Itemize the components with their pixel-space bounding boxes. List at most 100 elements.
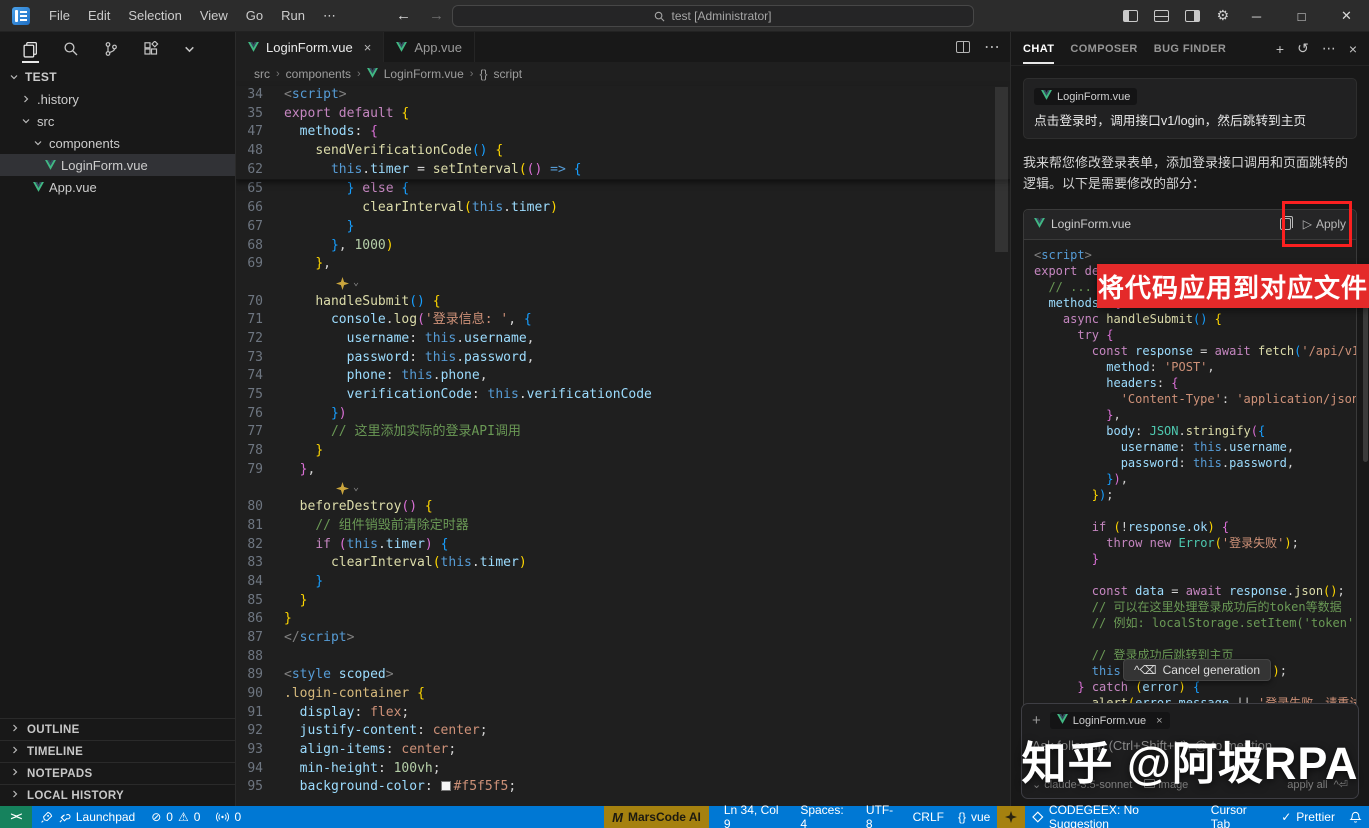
- explorer-icon[interactable]: [22, 41, 39, 63]
- tree-item--history[interactable]: .history: [0, 88, 235, 110]
- launchpad-item[interactable]: Launchpad: [32, 806, 143, 828]
- source-control-icon[interactable]: [103, 41, 119, 57]
- breadcrumb-components[interactable]: components: [286, 67, 351, 81]
- tree-item-components[interactable]: components: [0, 132, 235, 154]
- code-line: 73 password: this.password,: [236, 349, 1010, 368]
- sidebar-section-notepads[interactable]: NOTEPADS: [0, 762, 235, 784]
- codegeex-item[interactable]: CODEGEEX: No Suggestion: [1025, 806, 1203, 828]
- menu-file[interactable]: File: [40, 4, 79, 27]
- chat-tab-bug-finder[interactable]: BUG FINDER: [1154, 34, 1226, 64]
- new-chat-icon[interactable]: +: [1276, 41, 1284, 57]
- ai-chat-panel: CHAT COMPOSER BUG FINDER + ↺ ⋯ × LoginForm…: [1010, 32, 1369, 806]
- code-token: </: [284, 630, 300, 645]
- menu-run[interactable]: Run: [272, 4, 314, 27]
- ports-count: 0: [234, 810, 241, 824]
- more-options-icon[interactable]: ⋯: [1322, 40, 1336, 57]
- ports-item[interactable]: 0: [208, 806, 249, 828]
- marscode-item[interactable]: M MarsCode AI: [604, 806, 709, 828]
- code-token: console: [331, 312, 386, 327]
- more-views-chevron-icon[interactable]: [183, 43, 196, 56]
- tree-item-test[interactable]: TEST: [0, 66, 235, 88]
- sidebar-section-outline[interactable]: OUTLINE: [0, 718, 235, 740]
- tree-item-src[interactable]: src: [0, 110, 235, 132]
- maximize-button[interactable]: □: [1279, 0, 1324, 32]
- application-window: FileEditSelectionViewGoRun⋯ ← → test [Ad…: [0, 0, 1369, 828]
- close-tab-icon[interactable]: ×: [364, 40, 372, 55]
- toggle-panel-icon[interactable]: [1154, 10, 1169, 22]
- code-line: 81 // 组件销毁前清除定时器: [236, 517, 1010, 536]
- remote-indicator[interactable]: ><: [0, 806, 32, 828]
- tab-app-vue[interactable]: App.vue: [384, 32, 475, 62]
- menu-more[interactable]: ⋯: [314, 4, 345, 28]
- breadcrumb-script[interactable]: script: [493, 67, 522, 81]
- code-line: username: this.username,: [1034, 439, 1356, 455]
- search-icon: [654, 11, 665, 22]
- editor-scrollbar[interactable]: [995, 87, 1008, 252]
- extensions-icon[interactable]: [143, 41, 159, 57]
- line-number: 66: [236, 199, 284, 218]
- notifications-item[interactable]: [1342, 806, 1369, 828]
- code-token: ,: [339, 238, 355, 253]
- history-icon[interactable]: ↺: [1297, 40, 1309, 57]
- chat-tab-chat[interactable]: CHAT: [1023, 34, 1054, 64]
- toggle-sidebar-icon[interactable]: [1123, 10, 1138, 22]
- close-button[interactable]: ✕: [1324, 0, 1369, 32]
- code-text: phone: this.phone,: [284, 367, 488, 386]
- code-token: ;: [1338, 584, 1345, 598]
- code-line: if (!response.ok) {: [1034, 519, 1356, 535]
- search-sidebar-icon[interactable]: [63, 41, 79, 57]
- code-token: methods: [300, 124, 355, 139]
- code-token: (): [401, 499, 417, 514]
- sidebar-section-timeline[interactable]: TIMELINE: [0, 740, 235, 762]
- encoding-item[interactable]: UTF-8: [859, 806, 906, 828]
- forward-arrow-icon[interactable]: →: [429, 7, 444, 24]
- prettier-item[interactable]: ✓ Prettier: [1274, 806, 1342, 828]
- tree-item-app-vue[interactable]: App.vue: [0, 176, 235, 198]
- cursor-tab-item[interactable]: Cursor Tab: [1204, 806, 1274, 828]
- close-panel-icon[interactable]: ×: [1349, 41, 1357, 57]
- encoding: UTF-8: [866, 803, 899, 828]
- line-number: 47: [236, 123, 284, 142]
- code-token: :: [1179, 440, 1193, 454]
- command-search-box[interactable]: test [Administrator]: [452, 5, 974, 27]
- chat-tab-composer[interactable]: COMPOSER: [1070, 34, 1137, 64]
- ai-codelens-row[interactable]: ⌄: [236, 479, 1010, 498]
- remove-chip-icon[interactable]: ×: [1156, 715, 1162, 727]
- menu-view[interactable]: View: [191, 4, 237, 27]
- ai-codelens-row[interactable]: ⌄: [236, 274, 1010, 293]
- breadcrumb-src[interactable]: src: [254, 67, 270, 81]
- assistant-message-text: 我来帮您修改登录表单，添加登录接口调用和页面跳转的逻辑。以下是需要修改的部分：: [1023, 153, 1357, 193]
- minimize-button[interactable]: ─: [1234, 0, 1279, 32]
- cursor-position-item[interactable]: Ln 34, Col 9: [717, 806, 793, 828]
- code-token: error: [1142, 680, 1178, 694]
- code-editor[interactable]: 34<script>35export default {47 methods: …: [236, 86, 1010, 806]
- menu-go[interactable]: Go: [237, 4, 272, 27]
- indentation-item[interactable]: Spaces: 4: [793, 806, 859, 828]
- code-token: [284, 443, 315, 458]
- code-token: [1034, 680, 1077, 694]
- chat-scrollbar[interactable]: [1363, 292, 1368, 462]
- menu-selection[interactable]: Selection: [119, 4, 190, 27]
- editor-more-actions-icon[interactable]: ⋯: [984, 37, 1000, 57]
- vue-file-icon: [32, 182, 44, 192]
- code-token: this: [347, 537, 378, 552]
- back-arrow-icon[interactable]: ←: [396, 7, 411, 24]
- marscode-quick-item[interactable]: [997, 806, 1025, 828]
- code-token: :: [1135, 424, 1149, 438]
- sidebar-section-local-history[interactable]: LOCAL HISTORY: [0, 784, 235, 806]
- tree-item-loginform-vue[interactable]: LoginForm.vue: [0, 154, 235, 176]
- tab-loginform-vue[interactable]: LoginForm.vue ×: [236, 32, 384, 62]
- settings-gear-icon[interactable]: ⚙: [1216, 7, 1229, 24]
- split-editor-icon[interactable]: [956, 41, 970, 53]
- context-file-chip[interactable]: LoginForm.vue: [1034, 88, 1137, 105]
- eol-item[interactable]: CRLF: [906, 806, 951, 828]
- menu-edit[interactable]: Edit: [79, 4, 119, 27]
- language-mode-item[interactable]: {} vue: [951, 806, 997, 828]
- breadcrumb-file[interactable]: LoginForm.vue: [384, 67, 464, 81]
- code-token: justify-content: [300, 723, 417, 738]
- problems-item[interactable]: ⊘0 ⚠0: [143, 806, 208, 828]
- toggle-secondary-sidebar-icon[interactable]: [1185, 10, 1200, 22]
- code-token: timer: [480, 555, 519, 570]
- code-token: {: [441, 537, 449, 552]
- code-token: >: [347, 630, 355, 645]
